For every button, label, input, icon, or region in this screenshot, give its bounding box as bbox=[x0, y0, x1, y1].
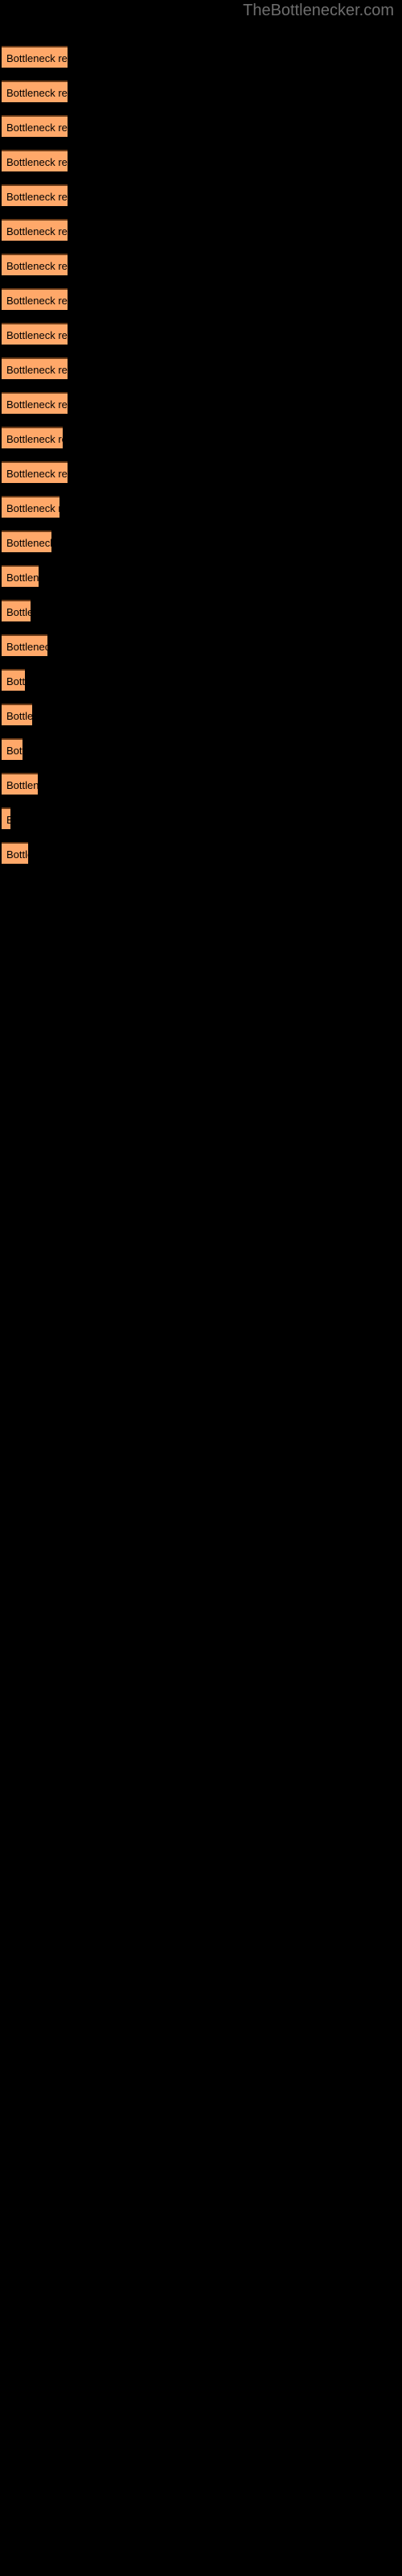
bottleneck-chart: TheBottlenecker.com Bottleneck resultBot… bbox=[0, 0, 402, 2576]
bar-label: Bottleneck result bbox=[6, 641, 47, 653]
bar: Bottleneck result bbox=[2, 219, 68, 241]
bar-label: Bottleneck result bbox=[6, 710, 32, 722]
bar-label: Bottleneck result bbox=[6, 52, 68, 64]
bar-label: Bottleneck result bbox=[6, 779, 38, 791]
bar-row: Bottleneck result bbox=[0, 738, 402, 760]
bar-label: Bottleneck result bbox=[6, 295, 68, 307]
bar-label: Bottleneck result bbox=[6, 122, 68, 134]
bar: Bottleneck result bbox=[2, 288, 68, 310]
bar-row: Bottleneck result bbox=[0, 600, 402, 621]
bar-label: Bottleneck result bbox=[6, 156, 68, 168]
bar-row: Bottleneck result bbox=[0, 323, 402, 345]
bar: Bottleneck result bbox=[2, 461, 68, 483]
bar-row: Bottleneck result bbox=[0, 807, 402, 829]
bar-label: Bottleneck result bbox=[6, 502, 59, 514]
bar-row: Bottleneck result bbox=[0, 496, 402, 518]
bar-label: Bottleneck result bbox=[6, 364, 68, 376]
bar-row: Bottleneck result bbox=[0, 842, 402, 864]
bar: Bottleneck result bbox=[2, 392, 68, 414]
bar: Bottleneck result bbox=[2, 150, 68, 171]
bar-row: Bottleneck result bbox=[0, 773, 402, 795]
bar: Bottleneck result bbox=[2, 773, 38, 795]
bar-label: Bottleneck result bbox=[6, 537, 51, 549]
bar: Bottleneck result bbox=[2, 634, 47, 656]
bar: Bottleneck result bbox=[2, 80, 68, 102]
bar-label: Bottleneck result bbox=[6, 572, 39, 584]
bar-row: Bottleneck result bbox=[0, 46, 402, 68]
bar-label: Bottleneck result bbox=[6, 606, 31, 618]
bar: Bottleneck result bbox=[2, 600, 31, 621]
bar-row: Bottleneck result bbox=[0, 115, 402, 137]
bar: Bottleneck result bbox=[2, 323, 68, 345]
bar-row: Bottleneck result bbox=[0, 392, 402, 414]
bar-row: Bottleneck result bbox=[0, 427, 402, 448]
bar: Bottleneck result bbox=[2, 115, 68, 137]
bar: Bottleneck result bbox=[2, 704, 32, 725]
bar-row: Bottleneck result bbox=[0, 219, 402, 241]
bar: Bottleneck result bbox=[2, 530, 51, 552]
bar-label: Bottleneck result bbox=[6, 811, 10, 828]
bar-row: Bottleneck result bbox=[0, 634, 402, 656]
bar-label: Bottleneck result bbox=[6, 329, 68, 341]
bar-row: Bottleneck result bbox=[0, 150, 402, 171]
bar-row: Bottleneck result bbox=[0, 184, 402, 206]
bar-label: Bottleneck result bbox=[6, 87, 68, 99]
bar-label: Bottleneck result bbox=[6, 675, 25, 687]
bar-label: Bottleneck result bbox=[6, 745, 23, 757]
bar-row: Bottleneck result bbox=[0, 669, 402, 691]
bar-row: Bottleneck result bbox=[0, 704, 402, 725]
bar: Bottleneck result bbox=[2, 46, 68, 68]
bar: Bottleneck result bbox=[2, 565, 39, 587]
bar-row: Bottleneck result bbox=[0, 357, 402, 379]
bar-label: Bottleneck result bbox=[6, 433, 63, 445]
bar-label: Bottleneck result bbox=[6, 225, 68, 237]
bar-label: Bottleneck result bbox=[6, 848, 28, 861]
bar: Bottleneck result bbox=[2, 254, 68, 275]
bar-row: Bottleneck result bbox=[0, 565, 402, 587]
bar-row: Bottleneck result bbox=[0, 80, 402, 102]
bar-series: Bottleneck result Bottleneck result Bottle… bbox=[0, 0, 402, 2576]
bar: Bottleneck result bbox=[2, 357, 68, 379]
bar-row: Bottleneck result bbox=[0, 530, 402, 552]
bar-label: Bottleneck result bbox=[6, 191, 68, 203]
bar-label: Bottleneck result bbox=[6, 398, 68, 411]
bar: Bottleneck result bbox=[2, 807, 10, 829]
bar-row: Bottleneck result bbox=[0, 288, 402, 310]
bar: Bottleneck result bbox=[2, 184, 68, 206]
bar: Bottleneck result bbox=[2, 427, 63, 448]
bar-label: Bottleneck result bbox=[6, 260, 68, 272]
bar: Bottleneck result bbox=[2, 496, 59, 518]
bar-row: Bottleneck result bbox=[0, 461, 402, 483]
bar: Bottleneck result bbox=[2, 738, 23, 760]
bar: Bottleneck result bbox=[2, 669, 25, 691]
bar-row: Bottleneck result bbox=[0, 254, 402, 275]
bar: Bottleneck result bbox=[2, 842, 28, 864]
bar-label: Bottleneck result bbox=[6, 468, 68, 480]
